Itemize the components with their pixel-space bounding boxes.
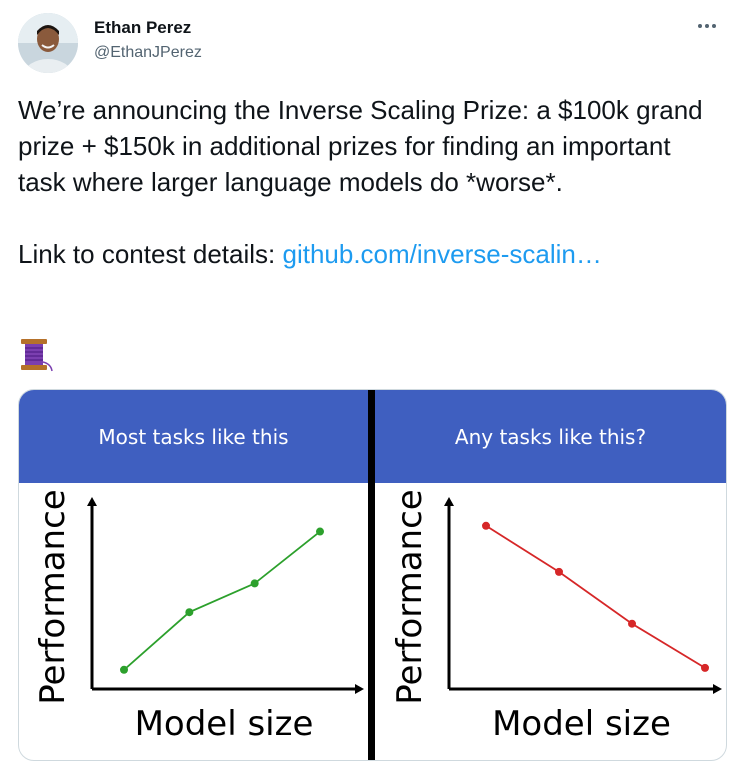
data-point-2 <box>185 608 194 617</box>
tweet: Ethan Perez @EthanJPerez We’re announcin… <box>0 0 731 771</box>
panel-divider <box>368 390 375 760</box>
data-point-4 <box>701 663 709 672</box>
tweet-link-line: Link to contest details: github.com/inve… <box>18 236 708 272</box>
left-panel-title: Most tasks like this <box>19 390 368 483</box>
x-axis-arrow <box>713 684 722 694</box>
data-point-3 <box>628 619 636 628</box>
contest-details-link[interactable]: github.com/inverse-scalin… <box>282 239 601 269</box>
link-prefix: Link to contest details: <box>18 239 283 269</box>
x-axis-label: Model size <box>492 704 671 744</box>
left-chart: Model size Performance <box>19 483 368 760</box>
author-avatar[interactable] <box>18 13 78 73</box>
spool-of-thread-icon <box>18 336 54 372</box>
right-panel-title: Any tasks like this? <box>375 390 726 483</box>
author-handle[interactable]: @EthanJPerez <box>94 44 202 62</box>
tweet-media-image[interactable]: Most tasks like this Any tasks like this… <box>18 389 727 761</box>
y-axis-label: Performance <box>33 489 73 704</box>
x-axis-arrow <box>355 684 364 694</box>
data-point-4 <box>316 527 324 536</box>
y-axis-label: Performance <box>390 489 430 704</box>
right-chart-plot: Model size Performance <box>390 489 722 744</box>
data-point-3 <box>250 579 259 588</box>
tweet-main-text: We’re announcing the Inverse Scaling Pri… <box>18 95 703 197</box>
series-line-1 <box>485 525 706 669</box>
y-axis-arrow <box>444 497 454 506</box>
left-chart-plot: Model size Performance <box>33 489 364 744</box>
right-chart: Model size Performance <box>375 483 726 760</box>
more-dots-icon <box>698 24 716 28</box>
data-point-1 <box>120 665 128 674</box>
data-point-2 <box>555 567 563 576</box>
y-axis-arrow <box>87 497 97 506</box>
x-axis-label: Model size <box>135 704 314 744</box>
author-name[interactable]: Ethan Perez <box>94 18 191 38</box>
data-point-1 <box>482 521 490 530</box>
series-line-0 <box>123 530 321 671</box>
tweet-text: We’re announcing the Inverse Scaling Pri… <box>18 92 708 272</box>
more-options-button[interactable] <box>693 14 721 38</box>
avatar-photo <box>18 13 78 73</box>
